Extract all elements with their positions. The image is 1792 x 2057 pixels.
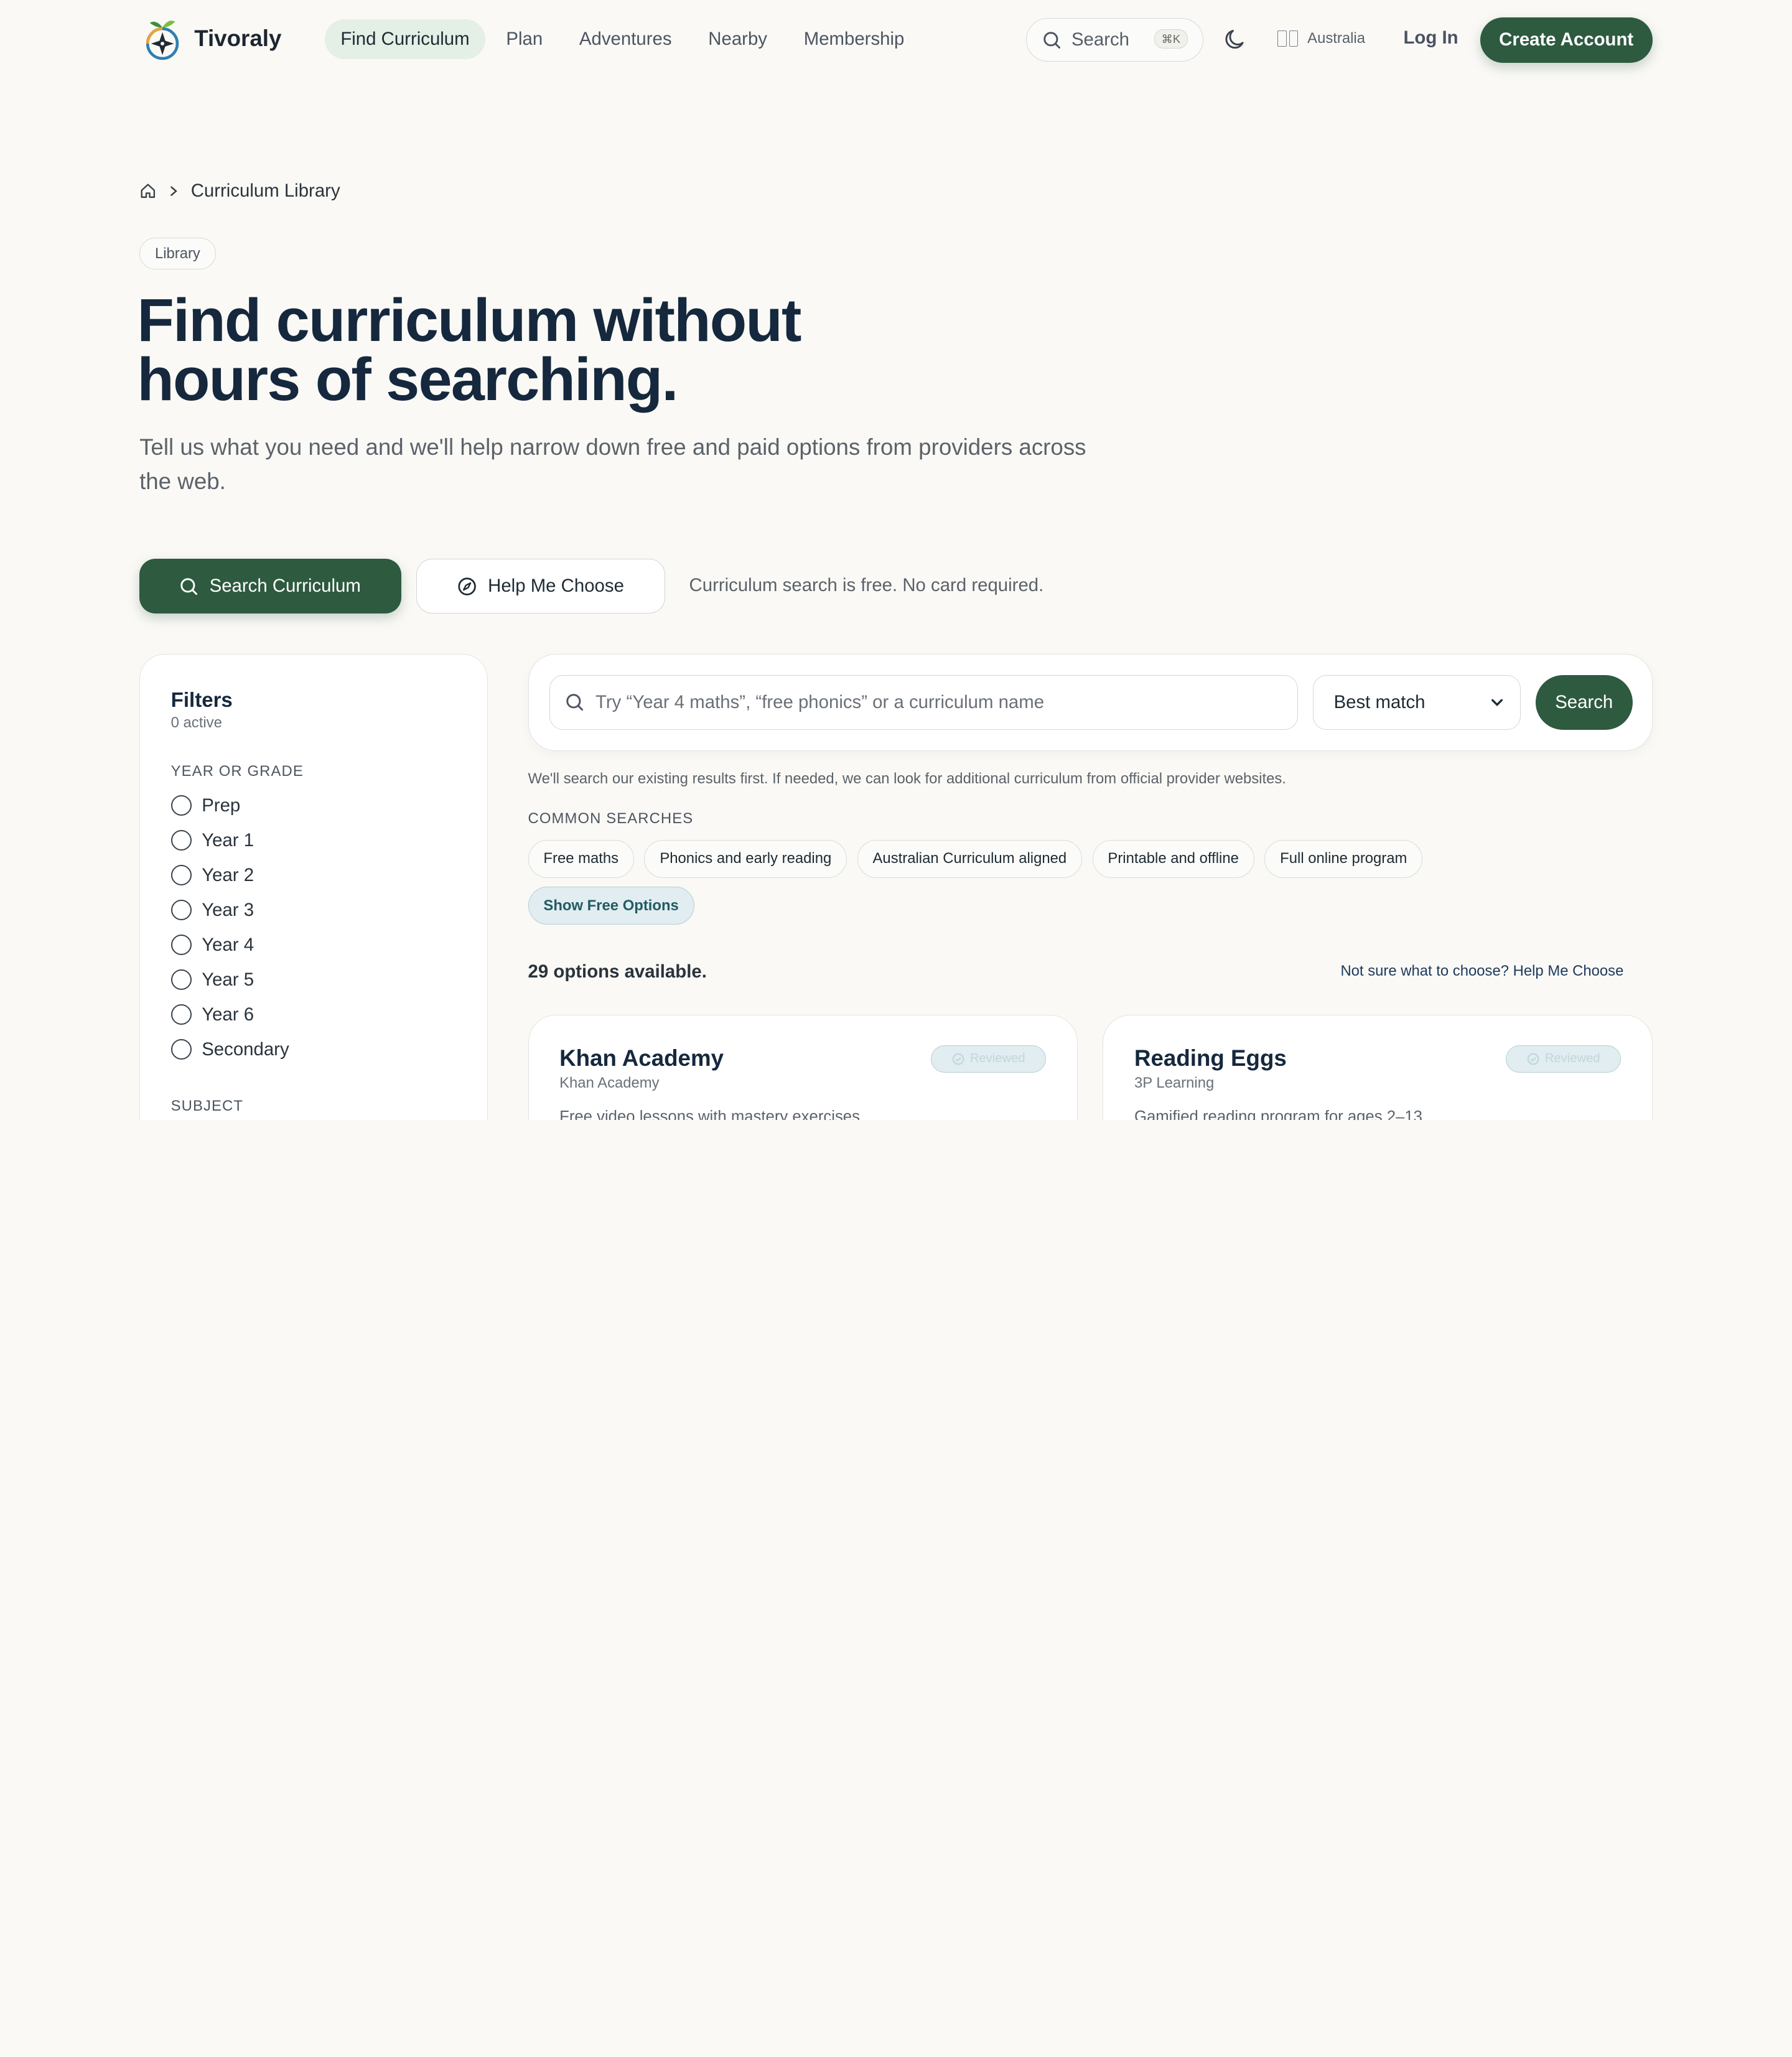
login-link[interactable]: Log In <box>1403 27 1458 49</box>
shortcut-hint: ⌘K <box>1154 29 1188 49</box>
help-me-choose-link[interactable]: Not sure what to choose? Help Me Choose <box>1340 963 1623 980</box>
filters-title: Filters <box>170 688 233 712</box>
chevron-right-icon <box>170 186 177 196</box>
filters-active-count: 0 active <box>170 714 222 732</box>
year-option-label: Year 6 <box>202 1004 254 1025</box>
region-selector[interactable]: Australia <box>1277 30 1365 47</box>
results-count: 29 options available. <box>528 961 707 982</box>
brand-name: Tivoraly <box>194 26 282 52</box>
free-note: Curriculum search is free. No card requi… <box>689 574 1044 595</box>
radio-button[interactable] <box>170 969 192 991</box>
year-option-label: Year 1 <box>202 829 254 851</box>
sort-select[interactable]: Best match <box>1312 674 1521 730</box>
nav-adventures[interactable]: Adventures <box>563 19 688 58</box>
filters-panel: Filters 0 active YEAR OR GRADE Prep Year… <box>139 653 488 1120</box>
check-circle-icon <box>952 1053 964 1065</box>
nav-plan[interactable]: Plan <box>490 19 559 58</box>
title-line-1: Find curriculum without <box>137 286 801 354</box>
chevron-down-icon <box>1491 699 1503 706</box>
year-option-3[interactable]: Year 3 <box>170 893 457 928</box>
curriculum-search-input[interactable]: Try “Year 4 maths”, “free phonics” or a … <box>549 674 1298 730</box>
badge-label: Reviewed <box>1544 1052 1600 1066</box>
reviewed-badge: Reviewed <box>930 1045 1047 1073</box>
page-title: Find curriculum without hours of searchi… <box>137 289 937 409</box>
chip-phonics[interactable]: Phonics and early reading <box>644 839 847 878</box>
result-card[interactable]: Reading Eggs 3P Learning Reviewed Gamifi… <box>1103 1014 1653 1120</box>
year-option-label: Year 4 <box>202 934 254 955</box>
top-header: Tivoraly Find Curriculum Plan Adventures… <box>0 0 1792 80</box>
badge-label: Reviewed <box>970 1052 1025 1066</box>
nav-find-curriculum[interactable]: Find Curriculum <box>324 19 486 59</box>
search-submit-button[interactable]: Search <box>1535 674 1633 730</box>
region-label: Australia <box>1307 29 1365 47</box>
chip-free-maths[interactable]: Free maths <box>528 839 634 878</box>
year-option-2[interactable]: Year 2 <box>170 858 457 893</box>
check-circle-icon <box>1527 1053 1539 1065</box>
nav-nearby[interactable]: Nearby <box>693 19 783 58</box>
year-filter-label: YEAR OR GRADE <box>170 762 304 780</box>
year-option-label: Year 3 <box>202 899 254 920</box>
year-option-6[interactable]: Year 6 <box>170 997 457 1032</box>
search-curriculum-label: Search Curriculum <box>209 576 361 597</box>
year-option-label: Year 2 <box>202 864 254 885</box>
global-search-button[interactable]: Search ⌘K <box>1026 18 1204 62</box>
chip-printable[interactable]: Printable and offline <box>1092 839 1254 878</box>
compass-icon <box>457 577 476 595</box>
brand-logo[interactable]: Tivoraly <box>142 16 282 62</box>
create-account-button[interactable]: Create Account <box>1480 17 1653 63</box>
section-tag: Library <box>139 238 216 270</box>
year-option-label: Prep <box>202 795 241 816</box>
radio-button[interactable] <box>170 795 192 816</box>
title-line-2: hours of searching. <box>137 345 678 414</box>
year-option-label: Year 5 <box>202 969 254 990</box>
radio-button[interactable] <box>170 1004 192 1025</box>
search-icon <box>1043 31 1061 49</box>
year-option-5[interactable]: Year 5 <box>170 963 457 997</box>
page-subtitle: Tell us what you need and we'll help nar… <box>139 434 1086 494</box>
help-me-choose-button[interactable]: Help Me Choose <box>416 559 665 614</box>
subject-filter-label: SUBJECT <box>170 1098 244 1115</box>
reviewed-badge: Reviewed <box>1505 1045 1622 1073</box>
search-placeholder: Try “Year 4 maths”, “free phonics” or a … <box>595 691 1045 712</box>
chip-online-program[interactable]: Full online program <box>1264 839 1423 878</box>
help-me-choose-label: Help Me Choose <box>488 576 624 597</box>
breadcrumb: Curriculum Library <box>139 180 340 202</box>
result-provider: Khan Academy <box>559 1075 660 1092</box>
breadcrumb-current: Curriculum Library <box>190 180 340 202</box>
search-curriculum-button[interactable]: Search Curriculum <box>139 559 401 614</box>
search-icon <box>180 577 197 595</box>
chip-australian-curriculum[interactable]: Australian Curriculum aligned <box>857 839 1083 878</box>
search-icon <box>566 694 584 711</box>
search-card: Try “Year 4 maths”, “free phonics” or a … <box>528 653 1653 751</box>
radio-button[interactable] <box>170 830 192 851</box>
year-filter-options: Prep Year 1 Year 2 Year 3 Year 4 Year 5 … <box>170 788 457 1067</box>
page: Tivoraly Find Curriculum Plan Adventures… <box>0 0 1792 1120</box>
flag-icon <box>1277 30 1299 47</box>
year-option-secondary[interactable]: Secondary <box>170 1032 457 1067</box>
year-option-prep[interactable]: Prep <box>170 788 457 823</box>
home-icon[interactable] <box>139 182 157 200</box>
sort-value: Best match <box>1333 691 1426 712</box>
nav-membership[interactable]: Membership <box>788 19 920 58</box>
common-searches-label: COMMON SEARCHES <box>528 810 694 828</box>
common-searches: Free maths Phonics and early reading Aus… <box>528 839 1648 878</box>
radio-button[interactable] <box>170 865 192 886</box>
result-description: Free video lessons with mastery exercise… <box>559 1108 860 1120</box>
radio-button[interactable] <box>170 935 192 956</box>
compass-logo-icon <box>146 20 179 60</box>
year-option-label: Secondary <box>202 1038 289 1060</box>
result-card[interactable]: Khan Academy Khan Academy Reviewed Free … <box>528 1014 1078 1120</box>
search-helper-text: We'll search our existing results first.… <box>528 770 1286 787</box>
moon-icon[interactable] <box>1223 27 1248 52</box>
result-provider: 3P Learning <box>1134 1075 1215 1092</box>
year-option-4[interactable]: Year 4 <box>170 928 457 963</box>
show-free-options-toggle[interactable]: Show Free Options <box>528 887 694 925</box>
global-search-label: Search <box>1071 29 1130 50</box>
radio-button[interactable] <box>170 1039 192 1060</box>
result-description: Gamified reading program for ages 2–13 <box>1134 1108 1422 1120</box>
radio-button[interactable] <box>170 900 192 921</box>
year-option-1[interactable]: Year 1 <box>170 823 457 858</box>
main-nav: Find Curriculum Plan Adventures Nearby M… <box>324 19 920 59</box>
